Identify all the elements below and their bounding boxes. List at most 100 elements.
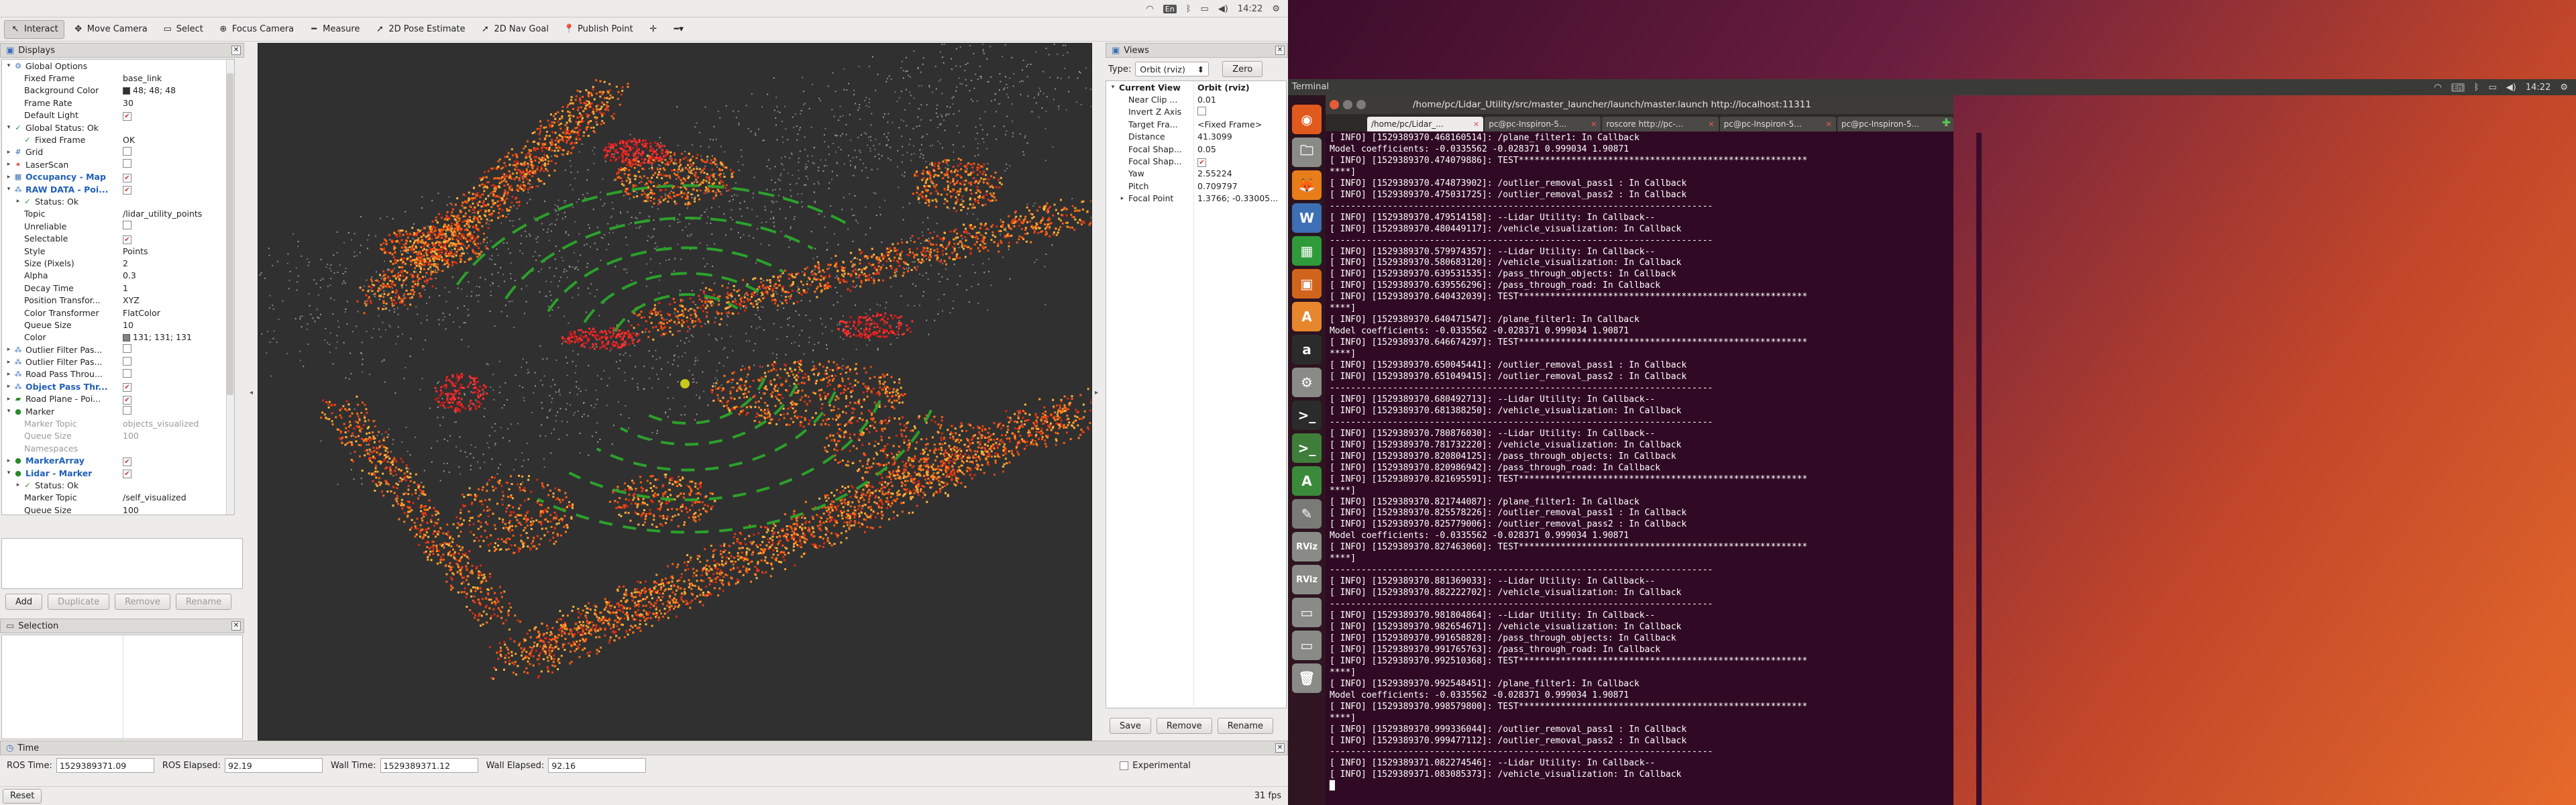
tree-row-value[interactable]: 0.709797 xyxy=(1197,181,1238,191)
tree-row-size-pixels[interactable]: Size (Pixels) 2 xyxy=(2,257,234,269)
checkbox[interactable]: ✔ xyxy=(123,111,131,121)
terminal-scrollbar[interactable] xyxy=(1976,133,1982,805)
interact-tool-button[interactable]: ↖ Interact xyxy=(4,19,64,39)
rviz-icon-2[interactable]: RViz xyxy=(1292,565,1322,594)
experimental-checkbox[interactable] xyxy=(1120,761,1129,770)
wifi-icon[interactable]: ◠ xyxy=(2434,83,2441,93)
close-tab-icon[interactable]: ✕ xyxy=(1473,120,1479,129)
tree-row-value[interactable] xyxy=(123,344,131,355)
tree-row-value[interactable]: XYZ xyxy=(123,295,140,305)
checkbox[interactable] xyxy=(123,159,131,168)
remove-view-button[interactable]: Remove xyxy=(1156,718,1212,734)
clock[interactable]: 14:22 xyxy=(1238,4,1263,14)
terminal-tab[interactable]: roscore http://pc-... ✕ xyxy=(1602,117,1719,131)
tree-row-value[interactable]: ✔ xyxy=(1197,156,1206,167)
tree-row-status-ok[interactable]: ▸ ✓ Status: Ok xyxy=(2,195,234,207)
terminal-icon[interactable]: >_ xyxy=(1292,400,1322,430)
close-tab-icon[interactable]: ✕ xyxy=(1826,120,1832,129)
move-camera-tool-button[interactable]: ✥ Move Camera xyxy=(67,20,154,39)
expand-right-icon[interactable]: ▸ xyxy=(5,149,13,156)
tree-row-value[interactable]: ✔ xyxy=(123,468,131,479)
expand-down-icon[interactable]: ▾ xyxy=(5,62,13,69)
ros-time-field[interactable]: 1529389371.09 xyxy=(56,758,154,773)
tree-row-value[interactable] xyxy=(123,159,131,170)
keyboard-layout[interactable]: En xyxy=(2451,83,2465,92)
displays-scrollbar-thumb[interactable] xyxy=(227,73,233,395)
tree-row-queue-size[interactable]: Queue Size 100 xyxy=(2,430,234,442)
firefox-icon[interactable]: 🦊 xyxy=(1292,170,1322,200)
tree-row-value[interactable] xyxy=(1197,106,1206,117)
drive-icon-2[interactable]: ▭ xyxy=(1292,631,1322,660)
tree-row-value[interactable]: 48; 48; 48 xyxy=(123,85,176,95)
remove-display-button[interactable]: Remove xyxy=(115,594,170,610)
tree-row-marker-topic[interactable]: Marker Topic/self_visualized xyxy=(2,492,234,504)
views-close-button[interactable]: ✕ xyxy=(1275,46,1285,55)
checkbox[interactable]: ✔ xyxy=(123,457,131,466)
tree-row-value[interactable]: ✔ xyxy=(123,172,131,182)
selection-table[interactable] xyxy=(1,635,243,740)
tree-row-color[interactable]: Color 131; 131; 131 xyxy=(2,331,234,343)
volume-icon[interactable]: ◀) xyxy=(2506,83,2516,93)
checkbox[interactable]: ✔ xyxy=(123,186,131,195)
displays-scrollbar[interactable] xyxy=(226,60,234,515)
point-cloud-canvas[interactable] xyxy=(258,44,1091,740)
tree-row-value[interactable]: 0.3 xyxy=(123,270,136,280)
checkbox[interactable] xyxy=(123,368,131,378)
tree-row-color-transformer[interactable]: Color Transformer FlatColor xyxy=(2,307,234,319)
tree-row-status-ok[interactable]: ▸ ✓ Status: Ok xyxy=(2,479,234,491)
tree-row-value[interactable]: OK xyxy=(123,135,135,145)
expand-right-icon[interactable]: ▸ xyxy=(5,174,13,180)
tree-row-value[interactable]: ✔ xyxy=(123,110,131,121)
tree-row-lidar-marker[interactable]: ▾ ● Lidar - Marker ✔ xyxy=(2,467,234,479)
files-icon[interactable]: 🗀 xyxy=(1292,138,1322,167)
render-3d-view[interactable] xyxy=(258,43,1092,741)
expand-right-icon[interactable]: ▸ xyxy=(14,198,22,205)
tree-row-focal-shap[interactable]: Focal Shap... ✔ xyxy=(1106,155,1286,167)
expand-right-icon[interactable]: ▸ xyxy=(1118,195,1126,202)
expand-down-icon[interactable]: ▾ xyxy=(1109,84,1117,91)
expand-right-icon[interactable]: ▸ xyxy=(5,346,13,353)
tree-row-focal-shap[interactable]: Focal Shap... 0.05 xyxy=(1106,143,1286,155)
plus-tool-tool-button[interactable]: ✛ xyxy=(642,20,665,39)
terminal-output[interactable]: [ INFO] [1529389370.468160514]: /plane_f… xyxy=(1326,133,1953,805)
tree-row-value[interactable]: 41.3099 xyxy=(1197,131,1232,142)
tree-row-value[interactable]: Points xyxy=(123,246,148,256)
battery-icon[interactable]: ▭ xyxy=(2489,83,2497,93)
checkbox[interactable] xyxy=(123,221,131,230)
tree-row-value[interactable]: 30 xyxy=(123,98,133,108)
expand-right-icon[interactable]: ▸ xyxy=(5,458,13,464)
battery-icon[interactable]: ▭ xyxy=(1201,4,1209,14)
tree-row-namespaces[interactable]: Namespaces xyxy=(2,442,234,454)
tree-row-value[interactable]: FlatColor xyxy=(123,308,160,318)
drive-icon[interactable]: ▭ xyxy=(1292,598,1322,627)
expand-down-icon[interactable]: ▾ xyxy=(5,186,13,193)
tree-row-laserscan[interactable]: ▸ ✶ LaserScan xyxy=(2,158,234,170)
tree-row-value[interactable]: ✔ xyxy=(123,394,131,405)
software-center-icon[interactable]: A xyxy=(1292,302,1322,331)
tree-row-frame-rate[interactable]: Frame Rate 30 xyxy=(2,97,234,109)
more-tools-tool-button[interactable]: ━▾ xyxy=(667,20,690,39)
checkbox[interactable] xyxy=(123,146,131,156)
terminal-tab[interactable]: /home/pc/Lidar_... ✕ xyxy=(1367,117,1484,131)
tree-row-value[interactable] xyxy=(123,356,131,368)
tree-row-value[interactable]: /lidar_utility_points xyxy=(123,209,202,219)
calc-icon[interactable]: ▦ xyxy=(1292,236,1322,266)
close-tab-icon[interactable]: ✕ xyxy=(1708,120,1714,129)
views-type-select[interactable]: Orbit (rviz) ⬍ xyxy=(1135,62,1210,76)
tree-row-value[interactable] xyxy=(123,221,131,231)
close-window-button[interactable] xyxy=(1330,100,1339,109)
collapse-right-arrow-icon[interactable]: ▸ xyxy=(1095,389,1098,396)
terminal-icon-2[interactable]: >_ xyxy=(1292,433,1322,463)
tree-row-invert-z-axis[interactable]: Invert Z Axis xyxy=(1106,106,1286,118)
tree-row-value[interactable]: 1 xyxy=(123,283,128,293)
tree-row-unreliable[interactable]: Unreliable xyxy=(2,220,234,232)
expand-right-icon[interactable]: ▸ xyxy=(5,161,13,168)
settings-icon[interactable]: ⚙ xyxy=(1292,368,1322,397)
tree-row-alpha[interactable]: Alpha 0.3 xyxy=(2,270,234,282)
tree-row-road-plane-poi[interactable]: ▸ ▰ Road Plane - Poi... ✔ xyxy=(2,393,234,405)
tree-row-value[interactable]: objects_visualized xyxy=(123,419,199,429)
expand-down-icon[interactable]: ▾ xyxy=(5,408,13,415)
time-close-button[interactable]: ✕ xyxy=(1275,743,1285,753)
tree-row-target-fra[interactable]: Target Fra... <Fixed Frame> xyxy=(1106,118,1286,130)
terminal-tab[interactable]: pc@pc-Inspiron-5... ✕ xyxy=(1719,117,1836,131)
